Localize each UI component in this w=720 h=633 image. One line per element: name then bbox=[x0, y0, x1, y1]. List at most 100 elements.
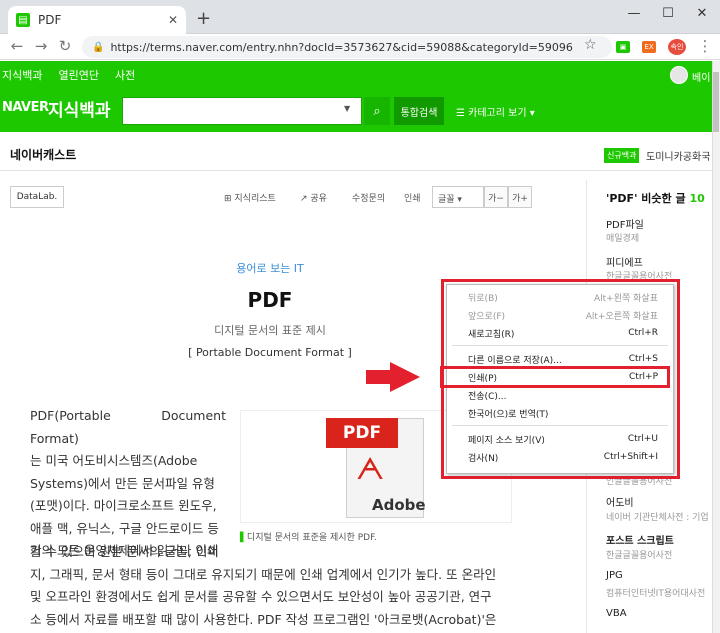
similar-item-title[interactable]: 피디에프 bbox=[606, 254, 643, 269]
close-window-icon[interactable]: ✕ bbox=[692, 6, 712, 21]
total-search-button[interactable]: 통합검색 bbox=[394, 97, 444, 125]
menu-item-back[interactable]: 뒤로(B) Alt+왼쪽 화살표 bbox=[446, 288, 674, 306]
para-line: 지, 그래픽, 문서 형태 등이 그대로 유지되기 때문에 인쇄 업계에서 인기… bbox=[30, 566, 497, 582]
article-paragraph: PDF(Portable Document Format) 는 미국 어도비시스… bbox=[30, 405, 226, 563]
tab-title: PDF bbox=[38, 13, 62, 27]
menu-label: 앞으로(F) bbox=[468, 311, 506, 322]
search-button[interactable]: ⌕ bbox=[364, 97, 390, 125]
font-select-value: 글꼴 bbox=[438, 195, 455, 205]
share-button[interactable]: ↗ 공유 bbox=[300, 191, 327, 204]
new-badge: 신규백과 bbox=[604, 148, 640, 163]
similar-item-title[interactable]: VBA bbox=[606, 608, 627, 619]
menu-shortcut: Alt+왼쪽 화살표 bbox=[594, 293, 658, 304]
search-input[interactable] bbox=[122, 97, 362, 125]
lock-icon: 🔒 bbox=[92, 41, 105, 53]
search-icon: ⌕ bbox=[373, 103, 381, 119]
article-category[interactable]: 용어로 보는 IT bbox=[0, 260, 540, 276]
category-view-button[interactable]: ☰ 카테고리 보기 ▾ bbox=[456, 104, 535, 119]
menu-shortcut: Ctrl+S bbox=[628, 354, 658, 364]
font-select[interactable]: 글꼴 ▾ bbox=[432, 186, 484, 208]
para-line: 할 수 있으며 원본 문서의 글꼴, 이미 bbox=[30, 544, 219, 559]
menu-label: 새로고침(R) bbox=[468, 329, 515, 340]
similar-heading: 'PDF' 비슷한 글 10 bbox=[606, 190, 705, 206]
menu-shortcut: Alt+오른쪽 화살표 bbox=[585, 311, 658, 322]
menu-shortcut: Ctrl+U bbox=[627, 434, 658, 444]
service-logo[interactable]: 지식백과 bbox=[48, 96, 111, 121]
menu-item-view-source[interactable]: 페이지 소스 보기(V) Ctrl+U bbox=[446, 430, 674, 448]
back-icon[interactable]: ← bbox=[8, 37, 26, 55]
divider bbox=[0, 170, 712, 171]
new-tab-button[interactable]: + bbox=[196, 8, 211, 29]
knowledge-list-label: 지식리스트 bbox=[234, 194, 276, 204]
similar-item-title[interactable]: PDF파일 bbox=[606, 216, 644, 231]
menu-item-reload[interactable]: 새로고침(R) Ctrl+R bbox=[446, 324, 674, 342]
search-dropdown-icon[interactable]: ▼ bbox=[344, 104, 350, 113]
gnb-item-encyclopedia[interactable]: 지식백과 bbox=[2, 67, 42, 83]
knowledge-list-button[interactable]: ⊞ 지식리스트 bbox=[224, 191, 276, 204]
gnb-item-open-lecture[interactable]: 열린연단 bbox=[58, 67, 98, 83]
menu-shortcut: Ctrl+Shift+I bbox=[603, 452, 658, 462]
similar-item-source: 한글글꼴용어사전 bbox=[606, 551, 673, 561]
print-highlight-box bbox=[440, 366, 670, 388]
article-paragraph-cont: 할 수 있으며 원본 문서의 글꼴, 이미 지, 그래픽, 문서 형태 등이 그… bbox=[30, 541, 542, 631]
similar-count: 10 bbox=[689, 192, 705, 205]
tab-pdf[interactable]: ▤ PDF ✕ bbox=[8, 6, 186, 34]
bookmark-star-icon[interactable]: ☆ bbox=[584, 37, 597, 53]
menu-label: 검사(N) bbox=[468, 453, 499, 464]
menu-separator bbox=[452, 345, 668, 346]
page-title[interactable]: 네이버캐스트 bbox=[10, 146, 76, 163]
font-size-decrease[interactable]: 가− bbox=[484, 186, 508, 208]
gnb-item-dictionary[interactable]: 사전 bbox=[115, 67, 135, 83]
url-text: https://terms.naver.com/entry.nhn?docId=… bbox=[110, 40, 573, 54]
share-label: 공유 bbox=[310, 194, 327, 204]
vertical-scrollbar[interactable] bbox=[712, 61, 720, 633]
image-caption: ▌디지털 문서의 표준을 제시한 PDF. bbox=[240, 533, 377, 543]
menu-label: 다른 이름으로 저장(A)... bbox=[468, 355, 562, 366]
similar-item-source: 네이버 기관단체사전 : 기업 bbox=[606, 513, 709, 523]
user-name[interactable]: 베이 bbox=[692, 69, 710, 84]
minimize-icon[interactable]: — bbox=[624, 6, 644, 21]
para-line: Systems)에서 만든 문서파일 유형 bbox=[30, 475, 215, 491]
para-line: 는 미국 어도비시스템즈(Adobe bbox=[30, 453, 198, 468]
red-arrow-head-icon bbox=[390, 362, 420, 392]
similar-item-source: 매일경제 bbox=[606, 234, 640, 244]
menu-label: 뒤로(B) bbox=[468, 293, 498, 304]
extension-ex-icon[interactable]: EX bbox=[642, 41, 656, 53]
reload-icon[interactable]: ↻ bbox=[56, 37, 74, 55]
forward-icon[interactable]: → bbox=[32, 37, 50, 55]
menu-item-inspect[interactable]: 검사(N) Ctrl+Shift+I bbox=[446, 448, 674, 466]
print-button[interactable]: 인쇄 bbox=[404, 191, 421, 204]
para-line: 소 등에서 자료를 배포할 때 많이 사용한다. PDF 작성 프로그램인 '아… bbox=[30, 611, 497, 627]
font-size-increase[interactable]: 가+ bbox=[508, 186, 532, 208]
maximize-icon[interactable]: ☐ bbox=[658, 6, 678, 21]
naver-gnb: 지식백과 열린연단 사전 bbox=[0, 61, 712, 88]
profile-avatar[interactable]: 속인 bbox=[668, 39, 686, 55]
scrollbar-thumb[interactable] bbox=[713, 72, 719, 132]
menu-label: 한국어(으)로 번역(T) bbox=[468, 409, 549, 420]
user-avatar[interactable] bbox=[670, 66, 688, 84]
similar-item-source: 컴퓨터인터넷IT용어대사전 bbox=[606, 589, 706, 599]
similar-item-title[interactable]: 포스트 스크립트 bbox=[606, 532, 674, 547]
menu-separator bbox=[452, 425, 668, 426]
similar-item-title[interactable]: 어도비 bbox=[606, 494, 634, 509]
naver-logo[interactable]: NAVER bbox=[2, 100, 49, 115]
pdf-label: PDF bbox=[326, 418, 398, 448]
category-view-label: 카테고리 보기 bbox=[468, 108, 527, 119]
similar-heading-text: 'PDF' 비슷한 글 bbox=[606, 192, 686, 205]
menu-item-forward[interactable]: 앞으로(F) Alt+오른쪽 화살표 bbox=[446, 306, 674, 324]
tab-close-icon[interactable]: ✕ bbox=[168, 13, 178, 27]
extension-icon[interactable]: ▣ bbox=[616, 41, 630, 53]
edit-inquiry-button[interactable]: 수정문의 bbox=[352, 191, 385, 204]
menu-dots-icon[interactable]: ⋮ bbox=[696, 37, 714, 55]
datalab-button[interactable]: DataLab. bbox=[10, 186, 64, 208]
menu-item-translate[interactable]: 한국어(으)로 번역(T) bbox=[446, 404, 674, 422]
menu-item-cast[interactable]: 전송(C)... bbox=[446, 386, 674, 404]
similar-item-title[interactable]: JPG bbox=[606, 570, 623, 581]
para-line: PDF(Portable Document Format) bbox=[30, 408, 226, 446]
para-line: 및 오프라인 환경에서도 쉽게 문서를 공유할 수 있으면서도 보안성이 높아 … bbox=[30, 589, 492, 604]
menu-shortcut: Ctrl+R bbox=[628, 328, 658, 338]
new-entry-link[interactable]: 도미니카공화국 bbox=[646, 148, 710, 163]
para-line: 애플 맥, 유닉스, 구글 안드로이드 등 bbox=[30, 520, 219, 536]
acrobat-logo-icon: ᗅ bbox=[356, 452, 385, 487]
address-bar[interactable]: 🔒 https://terms.naver.com/entry.nhn?docI… bbox=[82, 36, 612, 58]
